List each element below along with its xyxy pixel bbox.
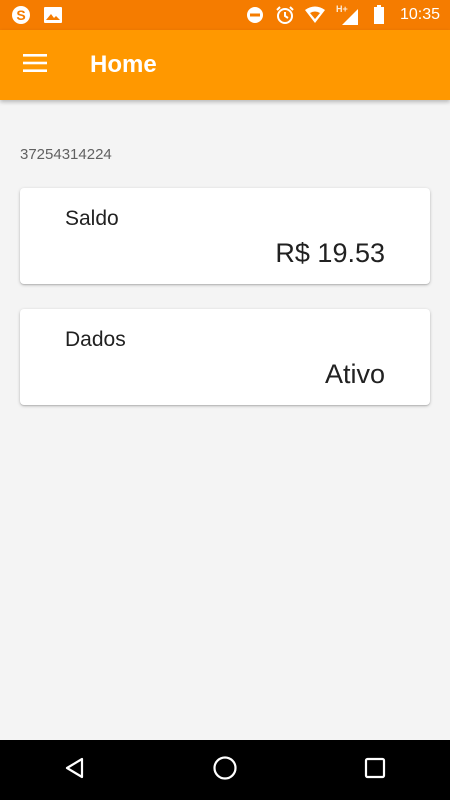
hamburger-menu-icon: [23, 53, 47, 77]
navigation-bar: [0, 740, 450, 800]
status-time: 10:35: [399, 6, 440, 23]
dados-value: Ativo: [324, 359, 385, 389]
signal-icon: H+: [334, 4, 360, 26]
network-type-label: H+: [336, 4, 348, 14]
home-icon: [212, 755, 238, 786]
svg-text:S: S: [16, 7, 25, 23]
back-icon: [64, 757, 86, 784]
alarm-icon: [274, 4, 296, 26]
battery-icon: [368, 4, 390, 26]
back-button[interactable]: [45, 740, 105, 800]
recents-icon: [364, 757, 386, 784]
account-number: 37254314224: [20, 146, 112, 163]
home-button[interactable]: [195, 740, 255, 800]
saldo-card[interactable]: Saldo R$ 19.53: [20, 188, 430, 284]
menu-button[interactable]: [0, 30, 70, 100]
dados-label: Dados: [65, 328, 126, 351]
do-not-disturb-icon: [244, 4, 266, 26]
status-bar: S H+ 10:35: [0, 0, 450, 30]
saldo-label: Saldo: [65, 207, 119, 230]
skype-icon: S: [10, 4, 32, 26]
wifi-icon: [304, 4, 326, 26]
recents-button[interactable]: [345, 740, 405, 800]
image-icon: [42, 4, 64, 26]
dados-card[interactable]: Dados Ativo: [20, 309, 430, 405]
saldo-value: R$ 19.53: [275, 238, 385, 268]
page-title: Home: [90, 51, 157, 78]
app-bar: Home: [0, 30, 450, 100]
